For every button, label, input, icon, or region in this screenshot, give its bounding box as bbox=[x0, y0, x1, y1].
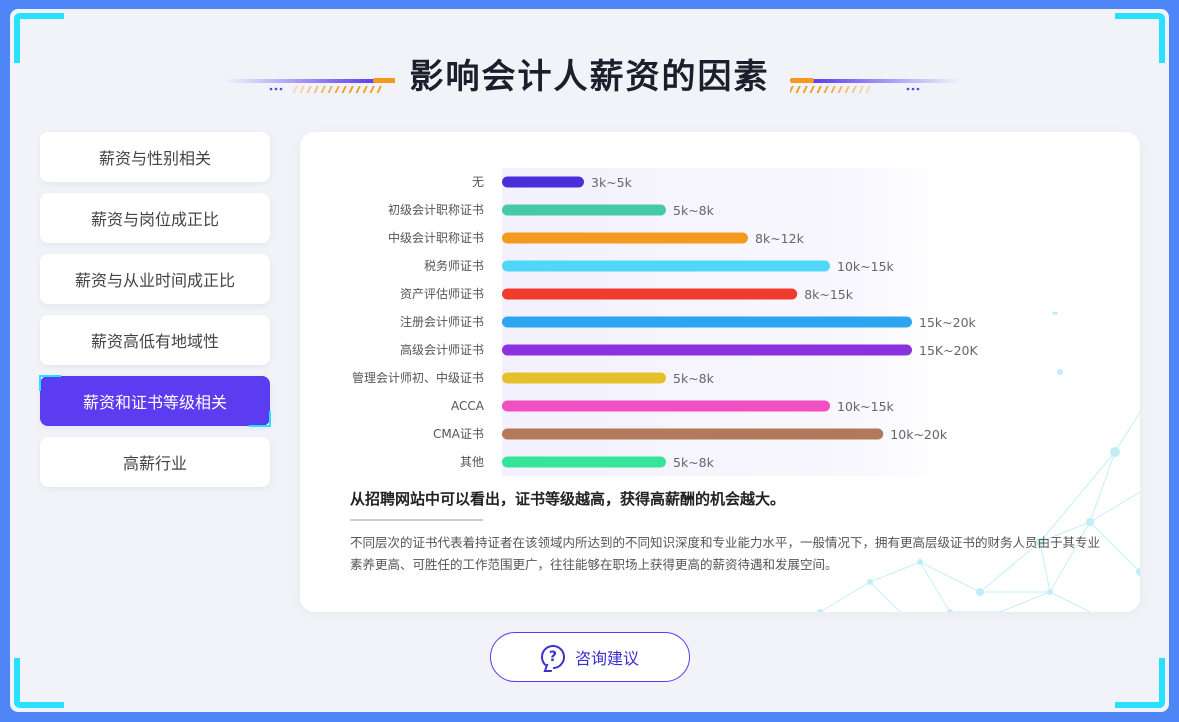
salary-bar bbox=[502, 288, 798, 300]
category-label: 资产评估师证书 bbox=[400, 287, 484, 301]
category-label: 中级会计职称证书 bbox=[388, 230, 484, 245]
tab-label: 薪资和证书等级相关 bbox=[82, 393, 227, 412]
summary-text: 从招聘网站中可以看出，证书等级越高，获得高薪酬的机会越大。 bbox=[350, 490, 786, 508]
bar-value-label: 5k~8k bbox=[673, 371, 715, 386]
salary-bar bbox=[502, 400, 830, 412]
salary-bar bbox=[502, 428, 884, 440]
tab-position[interactable]: 薪资与岗位成正比 bbox=[40, 193, 270, 243]
content-card: 无 3k~5k 初级会计职称证书 5k~8k 中级会计职称证书 8k~12k 税务师证书 10… bbox=[300, 132, 1140, 612]
category-label: 税务师证书 bbox=[424, 258, 484, 273]
consult-button-label: 咨询建议 bbox=[574, 649, 639, 668]
description-text: 不同层次的证书代表着持证者在该领域内所达到的不同知识深度和专业能力水平，一般情况… bbox=[350, 535, 1101, 572]
category-label: 其他 bbox=[460, 455, 484, 469]
category-label: 无 bbox=[472, 175, 484, 189]
category-label: ACCA bbox=[451, 399, 485, 413]
salary-bar bbox=[502, 176, 584, 188]
salary-bar bbox=[502, 344, 912, 356]
bar-value-label: 10k~15k bbox=[837, 399, 895, 414]
tab-certificate[interactable]: 薪资和证书等级相关 bbox=[39, 375, 271, 427]
title-decoration-right bbox=[790, 78, 960, 93]
category-label: 管理会计师初、中级证书 bbox=[352, 370, 484, 385]
salary-bar bbox=[502, 204, 666, 216]
main-frame: 影响会计人薪资的因素 薪资与性别相关 薪资与岗位成正比 薪资与从业时间成正比 薪… bbox=[10, 9, 1169, 712]
salary-bar bbox=[502, 260, 830, 272]
question-chat-icon: ? bbox=[540, 645, 565, 669]
salary-bar bbox=[502, 372, 666, 384]
page-title: 影响会计人薪资的因素 bbox=[409, 57, 770, 97]
category-label: CMA证书 bbox=[433, 427, 484, 441]
tab-experience[interactable]: 薪资与从业时间成正比 bbox=[40, 254, 270, 304]
salary-bar-chart: 无 3k~5k 初级会计职称证书 5k~8k 中级会计职称证书 8k~12k 税务师证书 10… bbox=[352, 168, 1002, 476]
divider bbox=[350, 519, 483, 521]
bar-value-label: 8k~12k bbox=[755, 231, 805, 246]
corner-decoration bbox=[14, 658, 64, 708]
salary-bar bbox=[502, 232, 748, 244]
salary-bar bbox=[502, 316, 912, 328]
title-section: 影响会计人薪资的因素 bbox=[10, 49, 1169, 98]
bar-value-label: 15k~20k bbox=[919, 315, 977, 330]
category-label: 高级会计师证书 bbox=[400, 342, 484, 357]
title-decoration-left bbox=[225, 78, 395, 93]
consult-button[interactable]: ? 咨询建议 bbox=[490, 632, 690, 682]
bar-value-label: 10k~20k bbox=[890, 427, 948, 442]
tab-label: 薪资与性别相关 bbox=[98, 149, 211, 168]
tab-high-salary-industry[interactable]: 高薪行业 bbox=[40, 437, 270, 487]
bar-value-label: 15K~20K bbox=[919, 343, 978, 358]
tab-gender[interactable]: 薪资与性别相关 bbox=[40, 132, 270, 182]
category-tabs: 薪资与性别相关 薪资与岗位成正比 薪资与从业时间成正比 薪资高低有地域性 薪资和… bbox=[39, 132, 271, 498]
bar-value-label: 5k~8k bbox=[673, 203, 715, 218]
tab-label: 薪资高低有地域性 bbox=[90, 332, 219, 351]
bar-value-label: 3k~5k bbox=[591, 175, 633, 190]
salary-bar bbox=[502, 456, 666, 468]
bar-value-label: 5k~8k bbox=[673, 455, 715, 470]
category-label: 注册会计师证书 bbox=[400, 314, 484, 329]
tab-label: 高薪行业 bbox=[122, 454, 187, 473]
bar-value-label: 8k~15k bbox=[804, 287, 854, 302]
corner-decoration bbox=[1115, 658, 1165, 708]
category-label: 初级会计职称证书 bbox=[388, 203, 484, 217]
tab-region[interactable]: 薪资高低有地域性 bbox=[40, 315, 270, 365]
bar-value-label: 10k~15k bbox=[837, 259, 895, 274]
tab-label: 薪资与从业时间成正比 bbox=[74, 271, 235, 290]
tab-label: 薪资与岗位成正比 bbox=[90, 210, 219, 229]
